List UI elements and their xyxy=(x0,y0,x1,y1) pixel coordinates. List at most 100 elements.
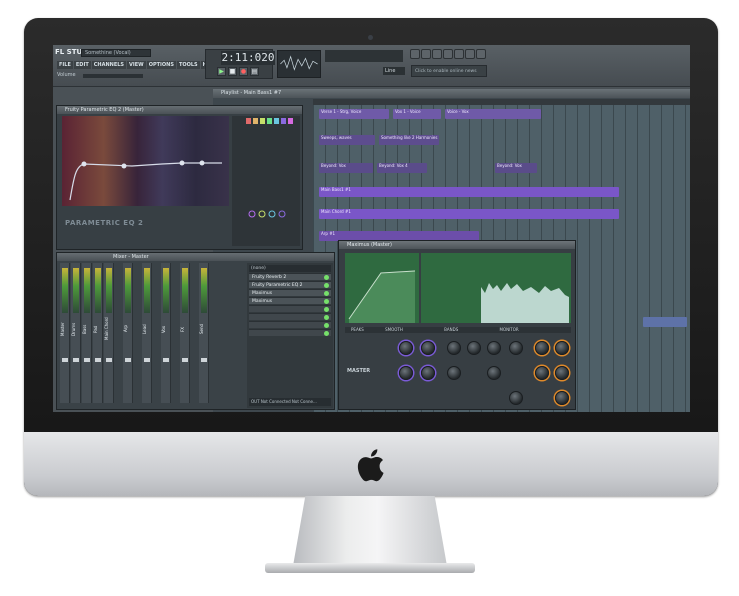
maximus-knob[interactable] xyxy=(421,366,435,380)
strip-fader[interactable] xyxy=(106,358,112,362)
mixer-strip[interactable]: Main Chord xyxy=(104,263,114,403)
mixer-strip[interactable]: Send xyxy=(199,263,209,403)
tab-bands[interactable]: BANDS xyxy=(444,327,458,332)
eq-band-handle xyxy=(81,161,87,167)
tab-monitor[interactable]: MONITOR xyxy=(500,327,519,332)
song-title-field[interactable]: Somethine (Vocal) xyxy=(81,49,151,57)
fx-slot[interactable]: Fruity Reverb 2 xyxy=(249,273,331,280)
maximus-knob[interactable] xyxy=(509,341,523,355)
fx-slot[interactable] xyxy=(249,313,331,320)
maximus-knob[interactable] xyxy=(487,341,501,355)
menu-options[interactable]: OPTIONS xyxy=(146,61,176,69)
playlist-clip[interactable]: Something like 2 Harmonies xyxy=(379,135,439,145)
step-sequencer-shortcut-icon[interactable] xyxy=(421,49,431,59)
playlist-clip[interactable]: Voice - Vox xyxy=(445,109,541,119)
record-button[interactable]: ● xyxy=(239,67,248,76)
fx-enable-icon[interactable] xyxy=(324,299,329,304)
out-left-select[interactable]: Not Connected xyxy=(261,399,291,404)
mixer-window: Mixer - Master Master Drums Bass Pad Mai… xyxy=(56,252,335,410)
maximus-spectrum-display[interactable] xyxy=(421,253,571,323)
maximus-knob[interactable] xyxy=(509,391,523,405)
maximus-knob[interactable] xyxy=(555,341,569,355)
playlist-clip[interactable]: Beyond: Vox 4 xyxy=(377,163,427,173)
strip-fader[interactable] xyxy=(62,358,68,362)
mixer-shortcut-icon[interactable] xyxy=(454,49,464,59)
fx-enable-icon[interactable] xyxy=(324,275,329,280)
maximus-knob[interactable] xyxy=(555,391,569,405)
fx-enable-icon[interactable] xyxy=(324,323,329,328)
fx-slot-label: Maximus xyxy=(252,299,273,304)
mixer-strip[interactable]: Master xyxy=(60,263,70,403)
maximus-knob[interactable] xyxy=(399,366,413,380)
mixer-strip[interactable]: FX xyxy=(180,263,190,403)
mixer-strip[interactable]: Lead xyxy=(142,263,152,403)
playlist-clip[interactable]: Beyond: Vox xyxy=(495,163,537,173)
tab-smooth[interactable]: SMOOTH xyxy=(385,327,403,332)
maximus-knob[interactable] xyxy=(447,341,461,355)
fx-preset-select[interactable]: (none) xyxy=(249,265,331,272)
maximus-knob[interactable] xyxy=(487,366,501,380)
maximus-knob[interactable] xyxy=(447,366,461,380)
playlist-clip[interactable]: Verse 1 - Strg, Voice xyxy=(319,109,389,119)
mixer-strip[interactable]: Drums xyxy=(71,263,81,403)
menu-file[interactable]: FILE xyxy=(57,61,73,69)
playlist-clip[interactable]: Main Chord #1 xyxy=(319,209,619,219)
tab-peaks[interactable]: PEAKS xyxy=(351,327,364,332)
piano-roll-shortcut-icon[interactable] xyxy=(432,49,442,59)
strip-fader[interactable] xyxy=(163,358,169,362)
strip-fader[interactable] xyxy=(73,358,79,362)
mixer-output-routing[interactable]: OUT Not Connected Not Conne... xyxy=(249,398,331,406)
fx-slot[interactable]: Maximus xyxy=(249,297,331,304)
maximus-curve-display[interactable] xyxy=(345,253,419,323)
play-button[interactable]: ▶ xyxy=(217,67,226,76)
maximus-knob[interactable] xyxy=(555,366,569,380)
fx-enable-icon[interactable] xyxy=(324,315,329,320)
master-volume-slider[interactable] xyxy=(83,74,143,78)
playlist-shortcut-icon[interactable] xyxy=(410,49,420,59)
level-meter xyxy=(106,268,112,313)
out-right-select[interactable]: Not Conne... xyxy=(292,399,317,404)
online-news-hint[interactable]: Click to enable online news xyxy=(411,65,487,77)
stop-button[interactable]: ■ xyxy=(228,67,237,76)
strip-fader[interactable] xyxy=(125,358,131,362)
mixer-strip[interactable]: Vox xyxy=(161,263,171,403)
fx-slot[interactable]: Fruity Parametric EQ 2 xyxy=(249,281,331,288)
strip-fader[interactable] xyxy=(144,358,150,362)
snap-line-select[interactable]: Line xyxy=(383,67,405,75)
mixer-strip[interactable]: Bass xyxy=(82,263,92,403)
playlist-clip[interactable]: Main Bass1 #1 xyxy=(319,187,619,197)
playlist-clip[interactable]: Sweeps, waves xyxy=(319,135,375,145)
pattern-song-toggle[interactable]: ▤ xyxy=(250,67,259,76)
maximus-knob[interactable] xyxy=(535,366,549,380)
menu-edit[interactable]: EDIT xyxy=(73,61,91,69)
fx-slot[interactable] xyxy=(249,305,331,312)
maximus-knob[interactable] xyxy=(399,341,413,355)
eq-band-controls[interactable] xyxy=(232,116,300,246)
fx-enable-icon[interactable] xyxy=(324,307,329,312)
maximus-knob[interactable] xyxy=(421,341,435,355)
playlist-clip[interactable]: Vox 1 - Voice xyxy=(393,109,441,119)
eq-spectrum-display[interactable] xyxy=(62,116,229,206)
fx-slot[interactable]: Maximus xyxy=(249,289,331,296)
playlist-clip[interactable] xyxy=(643,317,687,327)
fx-enable-icon[interactable] xyxy=(324,283,329,288)
maximus-knob[interactable] xyxy=(467,341,481,355)
strip-fader[interactable] xyxy=(95,358,101,362)
strip-fader[interactable] xyxy=(182,358,188,362)
plugin-shortcut-icon[interactable] xyxy=(465,49,475,59)
maximus-knob[interactable] xyxy=(535,341,549,355)
mixer-strip[interactable]: Arp xyxy=(123,263,133,403)
strip-fader[interactable] xyxy=(84,358,90,362)
fx-enable-icon[interactable] xyxy=(324,331,329,336)
menu-channels[interactable]: CHANNELS xyxy=(91,61,127,69)
mixer-strip[interactable]: Pad xyxy=(93,263,103,403)
menu-view[interactable]: VIEW xyxy=(127,61,146,69)
playlist-clip[interactable]: Beyond: Vox xyxy=(319,163,373,173)
fx-slot[interactable] xyxy=(249,329,331,336)
menu-tools[interactable]: TOOLS xyxy=(176,61,200,69)
strip-fader[interactable] xyxy=(201,358,207,362)
fx-slot[interactable] xyxy=(249,321,331,328)
help-shortcut-icon[interactable] xyxy=(476,49,486,59)
fx-enable-icon[interactable] xyxy=(324,291,329,296)
browser-shortcut-icon[interactable] xyxy=(443,49,453,59)
